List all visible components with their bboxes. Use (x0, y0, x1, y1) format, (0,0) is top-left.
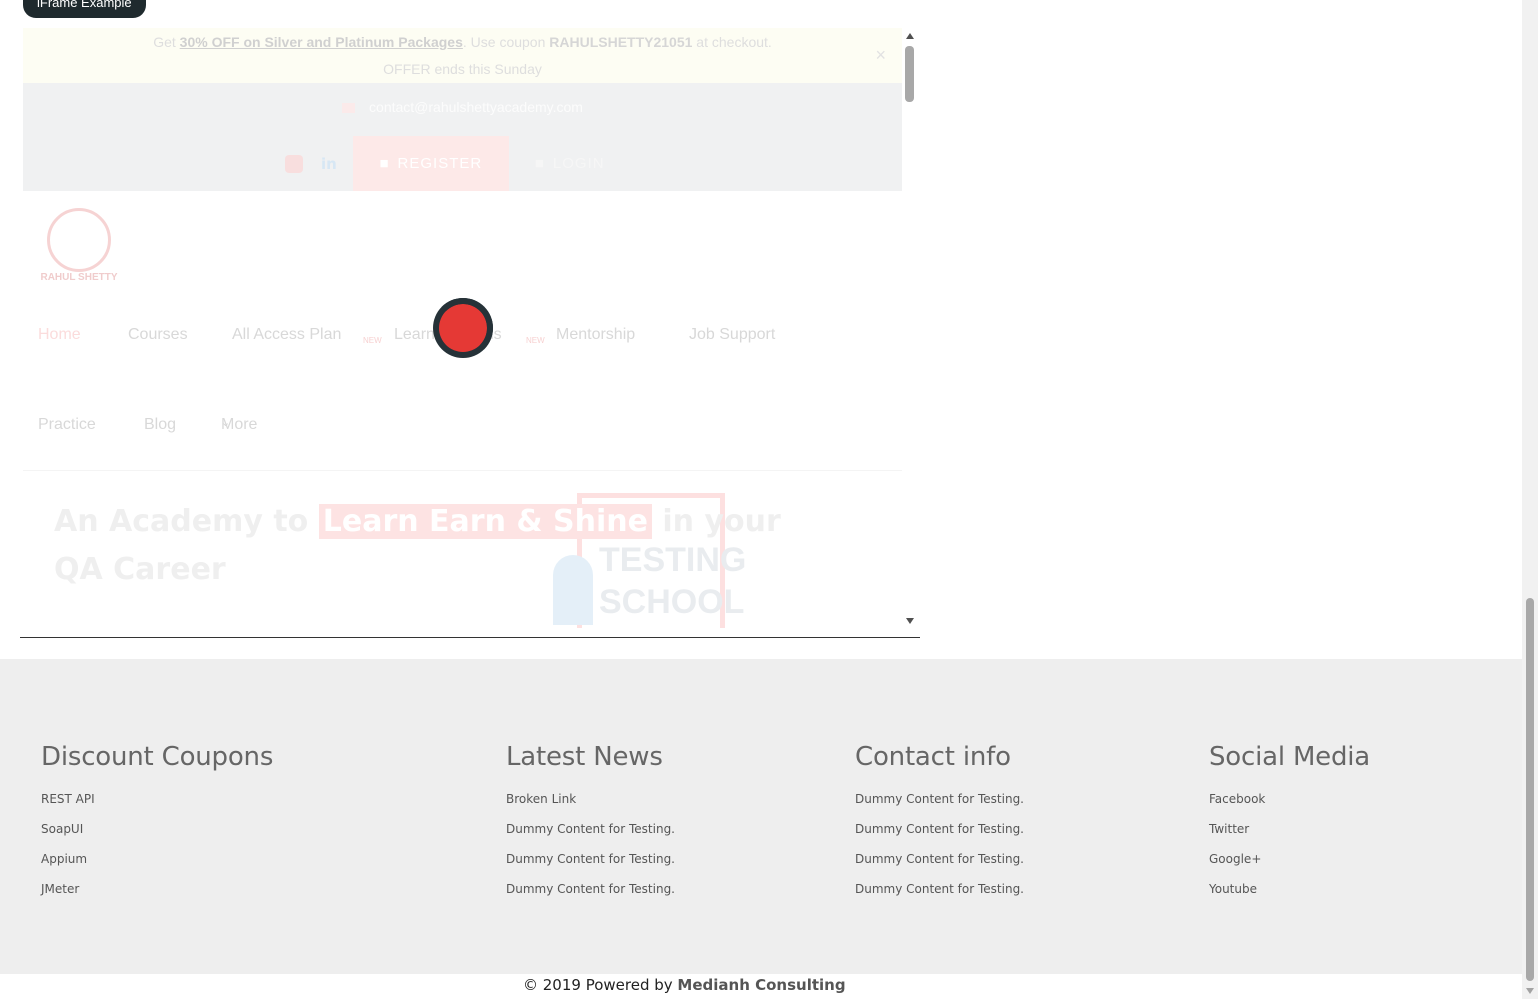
footer: Discount Coupons REST API SoapUI Appium … (0, 659, 1522, 974)
footer-link[interactable]: Facebook (1209, 792, 1370, 822)
footer-link[interactable]: Dummy Content for Testing. (506, 852, 675, 882)
iframe-scroll-thumb[interactable] (905, 46, 914, 102)
promo-offer-link[interactable]: 30% OFF on Silver and Platinum Packages (180, 34, 463, 50)
promo-suffix: at checkout. (692, 34, 772, 50)
user-icon: ■ (379, 155, 390, 172)
footer-column-discount-coupons: Discount Coupons REST API SoapUI Appium … (41, 742, 273, 912)
nav-home[interactable]: Home (38, 326, 81, 344)
nav-mentorship[interactable]: Mentorship (556, 326, 635, 344)
nav-courses[interactable]: Courses (128, 326, 188, 344)
spinner-arc (433, 298, 493, 358)
close-icon[interactable]: × (875, 42, 886, 69)
academy-logo[interactable]: RAHUL SHETTY (37, 208, 121, 292)
footer-link[interactable]: Dummy Content for Testing. (855, 882, 1024, 912)
footer-link[interactable]: Google+ (1209, 852, 1370, 882)
promo-middle: . Use coupon (462, 34, 550, 50)
hero-title-prefix: An Academy to (54, 504, 319, 539)
chevron-down-icon: ⌄ (221, 417, 231, 429)
promo-banner: Get 30% OFF on Silver and Platinum Packa… (23, 28, 902, 83)
login-button[interactable]: ■ LOGIN (535, 155, 605, 172)
footer-link[interactable]: REST API (41, 792, 273, 822)
new-badge-learning-paths: NEW (526, 336, 545, 345)
linkedin-icon[interactable]: in (321, 155, 337, 173)
footer-heading: Discount Coupons (41, 742, 274, 772)
footer-link[interactable]: Dummy Content for Testing. (506, 882, 675, 912)
footer-link[interactable]: Dummy Content for Testing. (855, 852, 1024, 882)
footer-link[interactable]: Appium (41, 852, 273, 882)
promo-line2: OFFER ends this Sunday (383, 61, 542, 77)
promo-coupon: RAHULSHETTY21051 (549, 34, 693, 50)
copyright: © 2019 Powered by Medianh Consulting (523, 976, 846, 994)
register-button[interactable]: ■ REGISTER (352, 136, 509, 191)
footer-link[interactable]: Youtube (1209, 882, 1370, 912)
footer-column-contact-info: Contact info Dummy Content for Testing. … (855, 742, 1024, 912)
contact-bar: contact@rahulshettyacademy.com in ■ REGIS… (23, 83, 902, 191)
footer-link[interactable]: SoapUI (41, 822, 273, 852)
iframe-example-label: iFrame Example (23, 0, 146, 18)
iframe-scrollbar[interactable] (902, 28, 918, 628)
nav-blog[interactable]: Blog (144, 416, 176, 434)
page-scroll-thumb[interactable] (1526, 598, 1534, 981)
contact-email-row: contact@rahulshettyacademy.com (23, 99, 902, 115)
footer-column-latest-news: Latest News Broken Link Dummy Content fo… (506, 742, 675, 912)
promo-prefix: Get (153, 34, 180, 50)
nav-all-access-plan[interactable]: All Access Plan (232, 326, 341, 344)
youtube-icon[interactable] (285, 154, 303, 173)
contact-email[interactable]: contact@rahulshettyacademy.com (369, 99, 583, 115)
register-label: REGISTER (397, 155, 483, 172)
scroll-down-arrow-icon[interactable] (906, 618, 914, 624)
nav-job-support[interactable]: Job Support (689, 326, 775, 344)
scroll-down-arrow-icon[interactable] (1526, 988, 1534, 994)
footer-link[interactable]: Broken Link (506, 792, 675, 822)
envelope-icon (342, 103, 356, 113)
hero-title: An Academy to Learn Earn & Shine in your… (54, 498, 834, 594)
footer-heading: Social Media (1209, 742, 1371, 772)
iframe-frame: Get 30% OFF on Silver and Platinum Packa… (20, 28, 920, 638)
iframe-viewport[interactable]: Get 30% OFF on Silver and Platinum Packa… (23, 28, 902, 628)
footer-heading: Contact info (855, 742, 1011, 772)
page: iFrame Example Get 30% OFF on Silver and… (0, 0, 1538, 999)
page-scrollbar[interactable] (1522, 0, 1538, 999)
footer-heading: Latest News (506, 742, 663, 772)
footer-link[interactable]: Dummy Content for Testing. (855, 822, 1024, 852)
hero-title-highlight: Learn Earn & Shine (318, 504, 652, 539)
logo-text: RAHUL SHETTY (40, 272, 118, 283)
copyright-text: © 2019 Powered by (523, 976, 678, 994)
copyright-link[interactable]: Medianh Consulting (677, 976, 845, 994)
scroll-up-arrow-icon[interactable] (906, 33, 914, 39)
lock-icon: ■ (534, 155, 545, 172)
footer-link[interactable]: Dummy Content for Testing. (855, 792, 1024, 822)
nav-practice[interactable]: Practice (38, 416, 96, 434)
logo-ring (47, 208, 111, 272)
footer-link[interactable]: Twitter (1209, 822, 1370, 852)
footer-link[interactable]: Dummy Content for Testing. (506, 822, 675, 852)
new-badge-all-access: NEW (363, 336, 382, 345)
footer-link[interactable]: JMeter (41, 882, 273, 912)
auth-row: in ■ REGISTER ■ LOGIN (285, 136, 605, 191)
login-label: LOGIN (552, 155, 605, 172)
footer-column-social-media: Social Media Facebook Twitter Google+ Yo… (1209, 742, 1370, 912)
hero-divider (23, 470, 902, 471)
